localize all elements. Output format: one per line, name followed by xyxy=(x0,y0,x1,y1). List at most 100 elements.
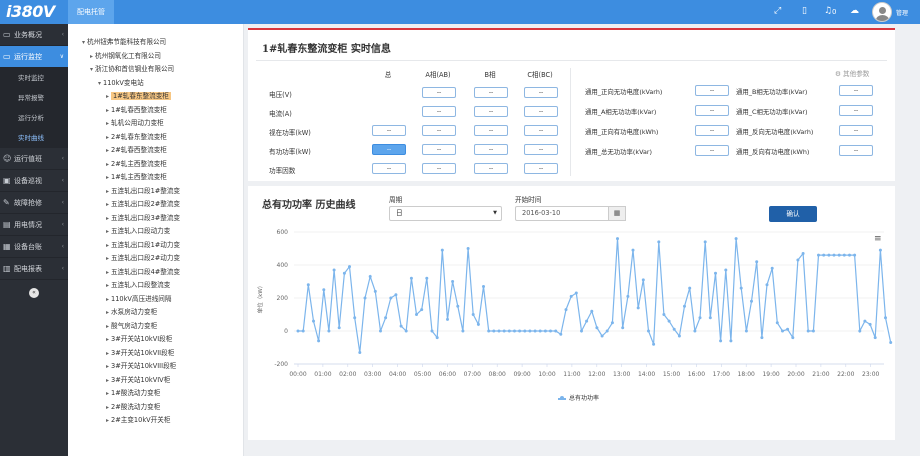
tree-node[interactable]: ▾ 110kV变电站 xyxy=(98,77,144,89)
caret-right-icon[interactable]: ▸ xyxy=(106,147,109,154)
caret-right-icon[interactable]: ▸ xyxy=(106,201,109,208)
sidebar-item-report[interactable]: ▥ 配电报表 ‹ xyxy=(0,258,68,280)
caret-right-icon[interactable]: ▸ xyxy=(106,120,109,127)
sidebar-item-overview[interactable]: ▭ 业务概况 ‹ xyxy=(0,24,68,46)
chart-legend[interactable]: 总有功功率 xyxy=(558,393,599,402)
sidebar-item-repair[interactable]: ✎ 故障抢修 ‹ xyxy=(0,192,68,214)
sidebar-sub-alarm[interactable]: 异常报警 xyxy=(0,88,68,108)
cloud-icon[interactable]: ☁ xyxy=(850,6,859,16)
caret-right-icon[interactable]: ▸ xyxy=(106,174,109,181)
data-point xyxy=(858,329,862,333)
tree-node[interactable]: ▸ 水泵房动力变柜 xyxy=(106,306,157,318)
tree-node[interactable]: ▸ 轧机公用动力变柜 xyxy=(106,117,164,129)
data-point xyxy=(482,285,485,288)
value-box: -- xyxy=(695,145,729,156)
bell-icon[interactable]: ♫ xyxy=(824,6,832,16)
data-point xyxy=(590,309,594,313)
caret-right-icon[interactable]: ▸ xyxy=(106,363,109,370)
caret-right-icon[interactable]: ▸ xyxy=(106,255,109,262)
tree-node[interactable]: ▸ 五连轧入口段整流变 xyxy=(106,279,170,291)
sidebar-sub-curve[interactable]: 实时曲线 xyxy=(0,128,68,148)
tree-node[interactable]: ▸ 五连轧出口段4#整流变 xyxy=(106,266,180,278)
tree-node[interactable]: ▸ 1#轧主西整流变柜 xyxy=(106,171,167,183)
tree-node[interactable]: ▸ 五连轧出口段1#动力变 xyxy=(106,239,180,251)
tree-node[interactable]: ▸ 3#开关站10kVIV柜 xyxy=(106,374,170,386)
start-time-input[interactable]: 2016-03-10 xyxy=(515,206,609,221)
tree-node[interactable]: ▸ 110kV高压进线间隔 xyxy=(106,293,172,305)
caret-right-icon[interactable]: ▸ xyxy=(106,282,109,289)
caret-down-icon[interactable]: ▾ xyxy=(82,39,85,46)
tree-node[interactable]: ▸ 五连轧出口段2#动力变 xyxy=(106,252,180,264)
tree-node[interactable]: ▸ 3#开关站10kVIII段柜 xyxy=(106,360,176,372)
sidebar-item-ledger[interactable]: ▦ 设备台账 ‹ xyxy=(0,236,68,258)
tree-node[interactable]: ▸ 1#轧春东整流变柜 xyxy=(106,90,171,102)
sidebar-item-label: 运行值班 xyxy=(14,155,42,163)
caret-right-icon[interactable]: ▸ xyxy=(106,161,109,168)
tree-node[interactable]: ▸ 2#主变10kV开关柜 xyxy=(106,414,170,426)
data-point xyxy=(384,316,388,320)
tree-node[interactable]: ▸ 2#酸洗动力变柜 xyxy=(106,401,160,413)
tree-node[interactable]: ▸ 2#轧春西整流变柜 xyxy=(106,144,167,156)
sidebar-item-run-monitor[interactable]: ▭ 运行监控 ∨ xyxy=(0,46,68,68)
sidebar-item-patrol[interactable]: ▣ 设备巡视 ‹ xyxy=(0,170,68,192)
caret-right-icon[interactable]: ▸ xyxy=(106,242,109,249)
tree-node[interactable]: ▸ 五连轧入口段动力变 xyxy=(106,225,170,237)
caret-right-icon[interactable]: ▸ xyxy=(106,188,109,195)
tree-node[interactable]: ▾ 杭州钮弗节能科技有限公司 xyxy=(82,36,166,48)
more-params-link[interactable]: ⚙ 其他参数 xyxy=(835,68,869,78)
calendar-icon[interactable]: ▦ xyxy=(608,206,626,221)
sidebar-collapse-button[interactable]: « xyxy=(29,288,39,298)
user-name[interactable]: 管理 xyxy=(896,8,908,17)
sidebar-sub-realtime[interactable]: 实时监控 xyxy=(0,68,68,88)
tree-node[interactable]: ▸ 3#开关站10kVI段柜 xyxy=(106,333,172,345)
fullscreen-icon[interactable]: ⤢ xyxy=(774,6,781,16)
caret-right-icon[interactable]: ▸ xyxy=(106,215,109,222)
tree-node[interactable]: ▸ 酸气房动力变柜 xyxy=(106,320,157,332)
chevron-down-icon: ∨ xyxy=(59,53,64,60)
tree-node[interactable]: ▸ 2#轧主西整流变柜 xyxy=(106,158,167,170)
caret-right-icon[interactable]: ▸ xyxy=(106,390,109,397)
value-box: -- xyxy=(422,106,456,117)
confirm-button[interactable]: 确认 xyxy=(769,206,817,222)
tree-node[interactable]: ▸ 五连轧出口段2#整流变 xyxy=(106,198,180,210)
mobile-icon[interactable]: ▯ xyxy=(802,6,807,16)
caret-down-icon[interactable]: ▾ xyxy=(98,80,101,87)
x-tick-label: 05:00 xyxy=(414,371,431,378)
value-box: -- xyxy=(524,125,558,136)
caret-right-icon[interactable]: ▸ xyxy=(106,336,109,343)
period-select[interactable]: 日 ▼ xyxy=(389,206,502,221)
caret-right-icon[interactable]: ▸ xyxy=(106,269,109,276)
tree-node[interactable]: ▾ 浙江协和首信钢业有限公司 xyxy=(90,63,174,75)
x-tick-label: 06:00 xyxy=(439,371,456,378)
data-point xyxy=(312,319,315,323)
caret-right-icon[interactable]: ▸ xyxy=(106,377,109,384)
caret-down-icon[interactable]: ▾ xyxy=(90,66,93,73)
sidebar-sub-analysis[interactable]: 运行分析 xyxy=(0,108,68,128)
tree-node[interactable]: ▸ 2#轧春东整流变柜 xyxy=(106,131,167,143)
sidebar-item-usage[interactable]: ▤ 用电情况 ‹ xyxy=(0,214,68,236)
tree-node[interactable]: ▸ 五连轧出口段1#整流变 xyxy=(106,185,180,197)
col-head-b: B相 xyxy=(484,71,496,79)
data-point xyxy=(724,268,728,272)
tab-distribution[interactable]: 配电托管 xyxy=(68,0,114,24)
caret-right-icon[interactable]: ▸ xyxy=(106,417,109,424)
caret-right-icon[interactable]: ▸ xyxy=(106,404,109,411)
data-point xyxy=(296,329,300,333)
caret-right-icon[interactable]: ▸ xyxy=(106,107,109,114)
caret-right-icon[interactable]: ▸ xyxy=(90,53,93,60)
caret-right-icon[interactable]: ▸ xyxy=(106,323,109,330)
caret-right-icon[interactable]: ▸ xyxy=(106,228,109,235)
tree-node[interactable]: ▸ 3#开关站10kVII段柜 xyxy=(106,347,174,359)
tree-node[interactable]: ▸ 杭州钢氧化工有限公司 xyxy=(90,50,161,62)
caret-right-icon[interactable]: ▸ xyxy=(106,350,109,357)
caret-right-icon[interactable]: ▸ xyxy=(106,296,109,303)
tree-node[interactable]: ▸ 五连轧出口段3#整流变 xyxy=(106,212,180,224)
caret-right-icon[interactable]: ▸ xyxy=(106,309,109,316)
data-point xyxy=(744,329,748,333)
tree-node[interactable]: ▸ 1#酸洗动力变柜 xyxy=(106,387,160,399)
avatar[interactable] xyxy=(872,2,892,22)
caret-right-icon[interactable]: ▸ xyxy=(106,134,109,141)
caret-right-icon[interactable]: ▸ xyxy=(106,93,109,100)
sidebar-item-duty[interactable]: ☺ 运行值班 ‹ xyxy=(0,148,68,170)
tree-node[interactable]: ▸ 1#轧春西整流变柜 xyxy=(106,104,167,116)
